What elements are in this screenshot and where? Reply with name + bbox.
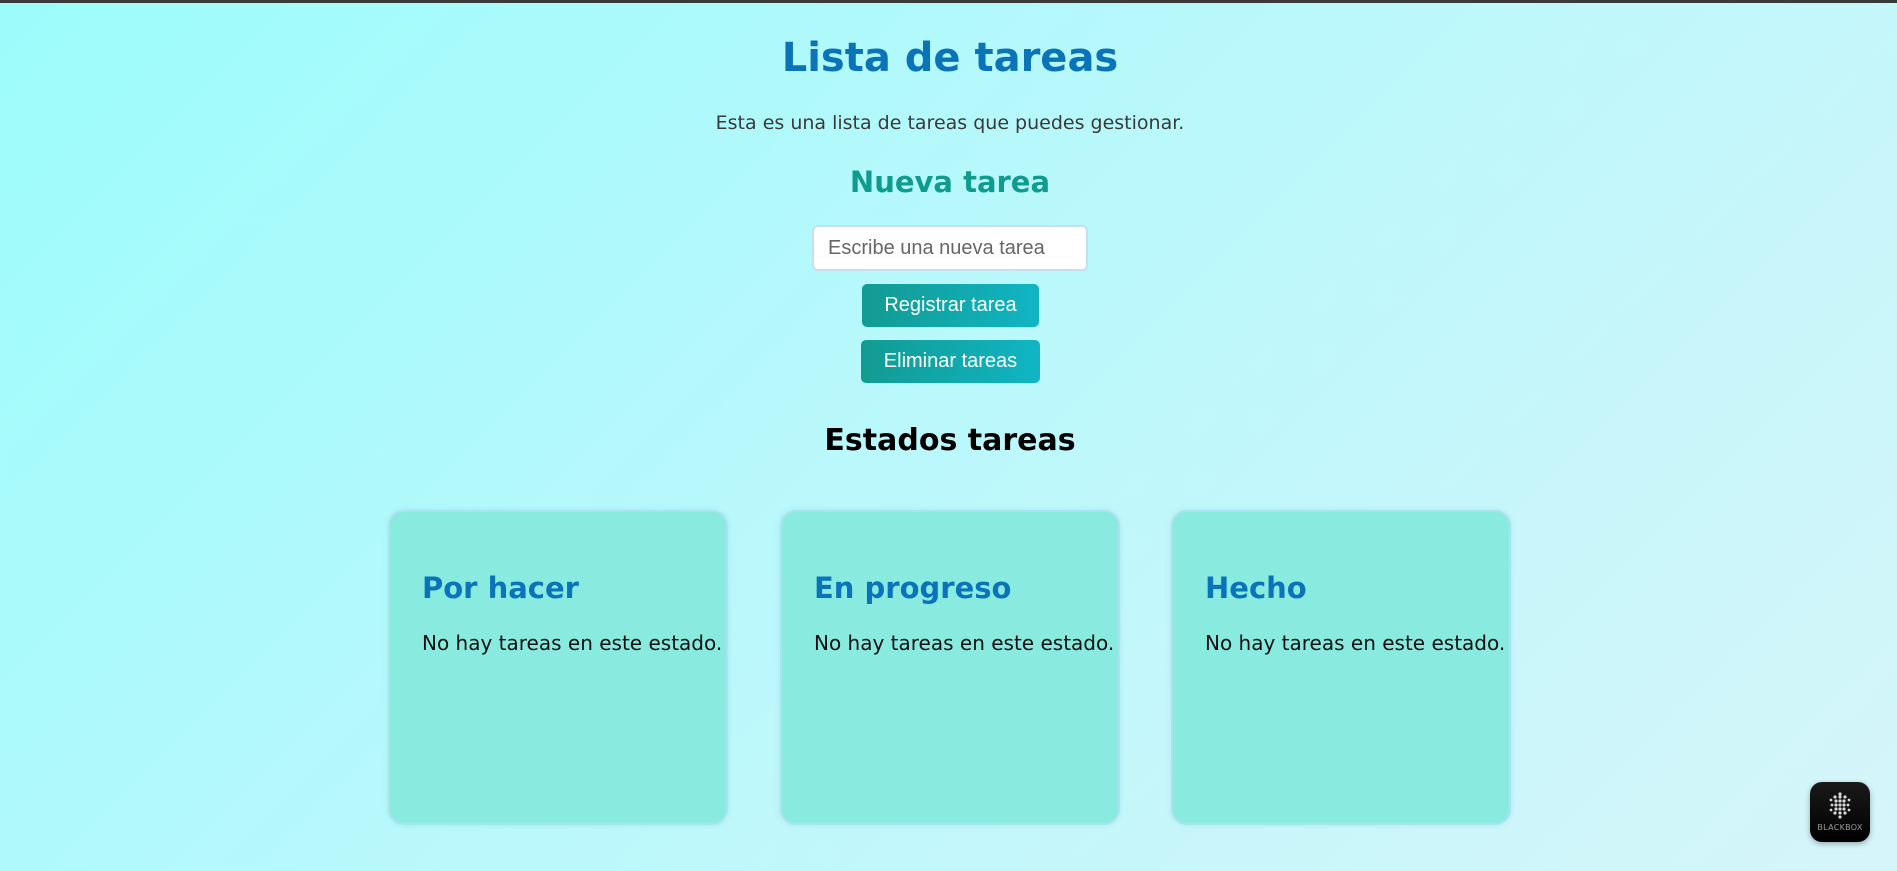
task-states-heading: Estados tareas: [824, 423, 1076, 458]
state-column-empty-message: No hay tareas en este estado.: [422, 631, 723, 655]
state-column-title: Hecho: [1205, 571, 1307, 605]
register-task-button[interactable]: Registrar tarea: [862, 284, 1039, 327]
page-title: Lista de tareas: [781, 35, 1119, 81]
blackbox-label: BLACKBOX: [1817, 823, 1863, 832]
delete-tasks-button[interactable]: Eliminar tareas: [861, 340, 1040, 383]
page-subtitle: Esta es una lista de tareas que puedes g…: [715, 112, 1185, 134]
blackbox-widget-button[interactable]: BLACKBOX: [1810, 782, 1870, 842]
state-column-por-hacer: Por hacer No hay tareas en este estado.: [388, 510, 728, 825]
window-top-border: [0, 0, 1897, 3]
blackbox-logo-icon: [1829, 792, 1851, 819]
state-column-hecho: Hecho No hay tareas en este estado.: [1171, 510, 1511, 825]
new-task-heading: Nueva tarea: [849, 165, 1051, 199]
state-column-title: En progreso: [814, 571, 1012, 605]
state-column-empty-message: No hay tareas en este estado.: [814, 631, 1115, 655]
state-column-en-progreso: En progreso No hay tareas en este estado…: [780, 510, 1120, 825]
state-column-empty-message: No hay tareas en este estado.: [1205, 631, 1506, 655]
state-column-title: Por hacer: [422, 571, 579, 605]
new-task-input[interactable]: [812, 225, 1088, 271]
